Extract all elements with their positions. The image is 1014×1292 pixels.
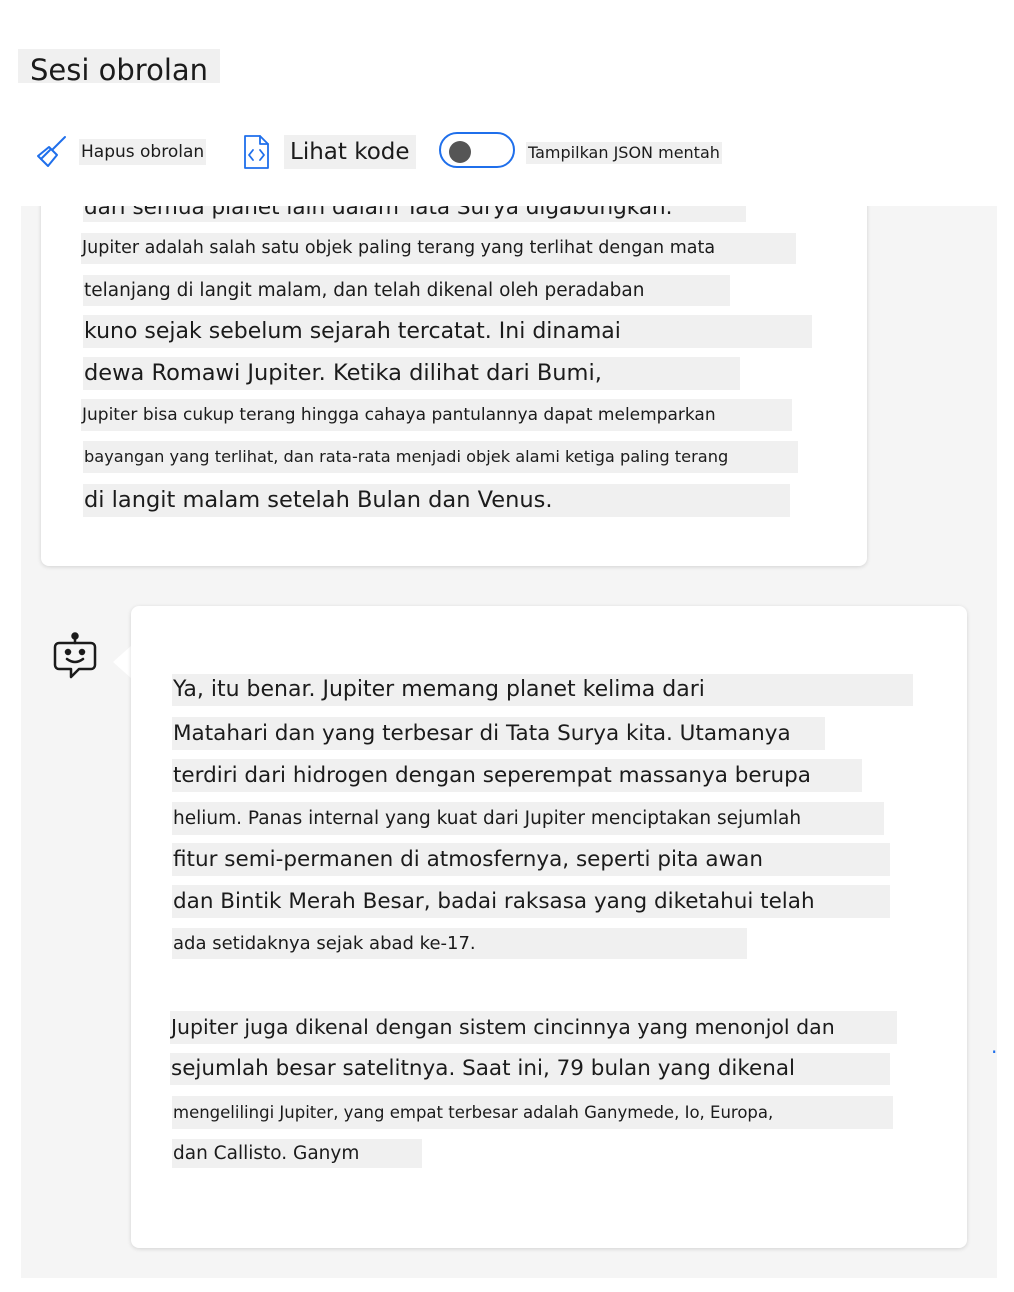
user-message-line: di langit malam setelah Bulan dan Venus.	[83, 484, 790, 517]
toggle-knob	[449, 141, 471, 163]
chat-history[interactable]: dari semua planet lain dalam Tata Surya …	[21, 206, 997, 1278]
assistant-message-line: terdiri dari hidrogen dengan seperempat …	[172, 759, 862, 792]
user-message-card: dari semua planet lain dalam Tata Surya …	[41, 206, 867, 566]
assistant-avatar	[53, 632, 97, 682]
assistant-message-line: ada setidaknya sejak abad ke-17.	[172, 928, 747, 959]
assistant-message-line: Ya, itu benar. Jupiter memang planet kel…	[172, 674, 913, 706]
user-message-line: dari semua planet lain dalam Tata Surya …	[83, 206, 746, 222]
assistant-message-line: Jupiter juga dikenal dengan sistem cinci…	[170, 1011, 897, 1044]
assistant-message-line: dan Bintik Merah Besar, badai raksasa ya…	[172, 885, 890, 918]
broom-icon	[34, 134, 70, 170]
assistant-message-line: mengelilingi Jupiter, yang empat terbesa…	[172, 1096, 893, 1129]
user-message-line: kuno sejak sebelum sejarah tercatat. Ini…	[83, 315, 812, 348]
code-file-icon	[238, 134, 274, 170]
more-options-button[interactable]: ...	[991, 1036, 997, 1056]
assistant-message-line: Matahari dan yang terbesar di Tata Surya…	[172, 717, 825, 750]
raw-json-toggle-label: Tampilkan JSON mentah	[526, 142, 722, 164]
user-message-line: Jupiter bisa cukup terang hingga cahaya …	[81, 399, 792, 431]
user-message-line: dewa Romawi Jupiter. Ketika dilihat dari…	[83, 357, 740, 390]
clear-chat-button[interactable]: Hapus obrolan	[34, 134, 207, 170]
assistant-message-card: ... Ya, itu benar. Jupiter memang planet…	[131, 606, 997, 1248]
chat-toolbar: Hapus obrolan Lihat kode Tampilkan JSON …	[0, 128, 1014, 178]
page-title: Sesi obrolan	[18, 49, 221, 83]
user-message-line: Jupiter adalah salah satu objek paling t…	[81, 233, 796, 264]
clear-chat-label: Hapus obrolan	[79, 139, 207, 165]
view-code-label: Lihat kode	[284, 135, 416, 169]
message-pointer	[113, 646, 131, 678]
assistant-message-line: fitur semi-permanen di atmosfernya, sepe…	[172, 843, 890, 876]
view-code-button[interactable]: Lihat kode	[238, 134, 416, 170]
user-message-line: bayangan yang terlihat, dan rata-rata me…	[83, 441, 798, 473]
assistant-message-line: sejumlah besar satelitnya. Saat ini, 79 …	[170, 1053, 890, 1085]
bot-icon	[53, 632, 97, 686]
assistant-message-line: dan Callisto. Ganym	[172, 1139, 422, 1168]
raw-json-toggle[interactable]	[439, 132, 515, 168]
assistant-message-line: helium. Panas internal yang kuat dari Ju…	[172, 802, 884, 835]
user-message-line: telanjang di langit malam, dan telah dik…	[83, 275, 730, 306]
